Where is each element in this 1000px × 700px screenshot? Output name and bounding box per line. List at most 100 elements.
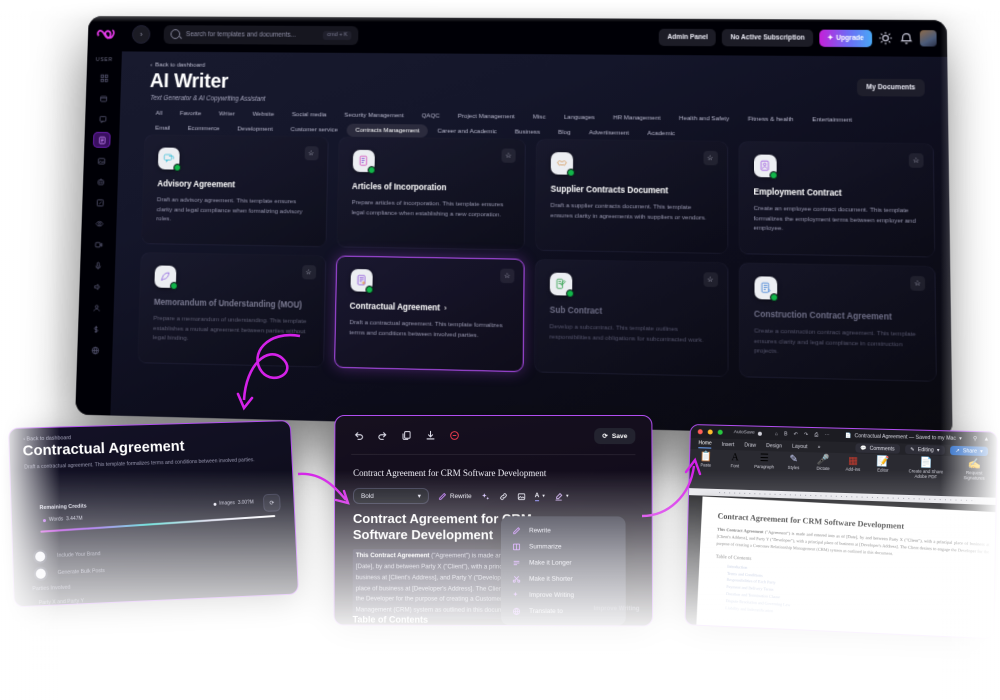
tab-home[interactable]: Home (698, 439, 712, 449)
template-card[interactable]: ☆ Articles of Incorporation Prepare articl… (335, 136, 526, 251)
ribbon-styles[interactable]: ✎ Styles (783, 454, 804, 472)
save-button[interactable]: ⟳ Save (594, 428, 636, 445)
template-card-description: Draft an advisory agreement. This templa… (156, 196, 303, 223)
upgrade-button[interactable]: ✦ Upgrade (818, 29, 873, 47)
tab-social-media[interactable]: Social media (283, 108, 336, 121)
tab-development[interactable]: Development (228, 122, 282, 136)
sidebar-item-chat[interactable] (94, 111, 112, 127)
search-input[interactable]: Search for templates and documents... cm… (163, 24, 359, 45)
tab-business[interactable]: Business (506, 125, 549, 139)
admin-panel-button[interactable]: Admin Panel (659, 28, 717, 46)
back-to-dashboard-link[interactable]: ‹ Back to dashboard (150, 61, 205, 68)
maximize-icon[interactable] (717, 429, 723, 435)
clear-icon[interactable] (449, 430, 460, 441)
sidebar-item-dashboard-grid[interactable] (95, 70, 113, 86)
more-icon[interactable]: ⋯ (824, 432, 829, 438)
sidebar-item-billing[interactable] (87, 321, 105, 338)
editing-mode-button[interactable]: ✎ Editing ▾ (904, 444, 945, 455)
tab-career-and-academic[interactable]: Career and Academic (428, 124, 506, 138)
sidebar-item-ai-voice[interactable] (89, 257, 107, 273)
ribbon-paste[interactable]: 📋 Paste (696, 451, 716, 468)
undo-icon[interactable] (353, 430, 364, 441)
avatar[interactable] (919, 30, 937, 47)
sidebar-item-ai-writer[interactable] (92, 131, 111, 148)
tab-insert[interactable]: Insert (722, 441, 735, 447)
template-card[interactable]: ☆ Memorandum of Understanding (MOU) Prepar… (137, 252, 326, 368)
sidebar-item-integrations[interactable] (86, 342, 104, 359)
autosave-toggle[interactable]: AutoSave (734, 430, 762, 436)
print-icon[interactable]: ⎙ (814, 432, 818, 438)
template-card[interactable]: ☆ Advisory Agreement Draft an advisory agr… (141, 134, 329, 248)
template-card[interactable]: ☆ Construction Contract Agreement Create a… (738, 262, 937, 382)
favorite-star-icon[interactable]: ☆ (500, 268, 515, 284)
home-icon[interactable]: ⌂ (775, 431, 778, 437)
tab-security-management[interactable]: Security Management (335, 109, 413, 123)
favorite-star-icon[interactable]: ☆ (908, 153, 924, 168)
tab-contracts-management[interactable]: Contracts Management (346, 123, 429, 138)
tab-website[interactable]: Website (243, 108, 283, 121)
favorite-star-icon[interactable]: ☆ (301, 265, 316, 280)
undo-icon[interactable]: ↶ (793, 431, 797, 437)
tab-advertisement[interactable]: Advertisement (580, 126, 638, 140)
tab-ecommerce[interactable]: Ecommerce (179, 122, 229, 135)
sidebar-item-ai-image[interactable] (92, 153, 110, 169)
template-card[interactable]: ☆ Sub Contract Develop a subcontract. This… (533, 258, 729, 378)
redo-icon[interactable] (377, 430, 388, 441)
tab-blog[interactable]: Blog (549, 126, 580, 139)
favorite-star-icon[interactable]: ☆ (703, 272, 718, 288)
tab-customer-service[interactable]: Customer service (282, 123, 347, 137)
favorite-star-icon[interactable]: ☆ (910, 275, 926, 291)
bold-icon[interactable]: B (784, 431, 788, 437)
tab-qaqc[interactable]: QAQC (413, 109, 449, 122)
template-card[interactable]: ☆ Contractual Agreement › Draft a contractu… (333, 255, 525, 373)
favorite-star-icon[interactable]: ☆ (703, 150, 718, 166)
page-subtitle: Text Generator & AI Copywriting Assistan… (150, 94, 266, 103)
redo-icon[interactable]: ↷ (804, 431, 808, 437)
tab-design[interactable]: Design (766, 443, 782, 449)
template-card[interactable]: ☆ Employment Contract Create an employee c… (737, 140, 936, 258)
sun-icon[interactable] (878, 31, 893, 45)
my-documents-button[interactable]: My Documents (856, 78, 925, 97)
person-document-icon (753, 154, 777, 178)
favorite-star-icon[interactable]: ☆ (501, 148, 516, 163)
tab-misc[interactable]: Misc (524, 110, 555, 123)
tab-draw[interactable]: Draw (744, 442, 756, 448)
favorite-star-icon[interactable]: ☆ (304, 146, 319, 161)
tab-favorite[interactable]: Favorite (171, 107, 210, 120)
tab-overflow[interactable]: » (818, 444, 821, 450)
microphone-icon: 🎤 (816, 454, 830, 467)
sidebar-item-ai-agent[interactable] (87, 299, 105, 315)
screenshot-stage: › Search for templates and documents... … (0, 0, 1000, 700)
minimize-icon[interactable] (707, 429, 713, 435)
tab-entertainment[interactable]: Entertainment (803, 113, 862, 127)
tab-writer[interactable]: Writer (210, 107, 244, 120)
brand-logo[interactable] (95, 25, 124, 43)
tab-email[interactable]: Email (146, 122, 179, 135)
bell-icon[interactable] (899, 31, 914, 45)
close-icon[interactable] (697, 429, 703, 435)
sidebar-item-ai-vision[interactable] (90, 215, 108, 231)
tab-health-and-safety[interactable]: Health and Safety (670, 112, 739, 126)
download-icon[interactable] (425, 430, 436, 441)
tab-layout[interactable]: Layout (792, 443, 807, 449)
comments-button[interactable]: 💬 Comments (854, 443, 900, 454)
divider (351, 453, 636, 456)
tab-project-management[interactable]: Project Management (449, 110, 524, 124)
ribbon-font[interactable]: A Font (725, 452, 746, 469)
sidebar-item-ai-bot[interactable] (91, 173, 109, 189)
tab-languages[interactable]: Languages (555, 111, 604, 125)
font-icon: A (731, 452, 739, 464)
sidebar-item-inbox[interactable] (94, 90, 112, 106)
tab-all[interactable]: All (147, 107, 171, 120)
sidebar-collapse-button[interactable]: › (131, 24, 151, 44)
sidebar-item-ai-speech[interactable] (88, 278, 106, 294)
tab-hr-management[interactable]: HR Management (604, 111, 670, 125)
tab-fitness-health[interactable]: Fitness & health (739, 112, 803, 126)
copy-icon[interactable] (401, 430, 412, 441)
tab-academic[interactable]: Academic (638, 127, 684, 141)
sidebar-item-ai-editor[interactable] (91, 194, 109, 210)
sidebar-item-ai-video[interactable] (89, 236, 107, 252)
template-card[interactable]: ☆ Supplier Contracts Document Draft a supp… (534, 138, 728, 255)
ribbon-paragraph[interactable]: ☰ Paragraph (754, 453, 775, 471)
subscription-status-button[interactable]: No Active Subscription (722, 28, 813, 47)
